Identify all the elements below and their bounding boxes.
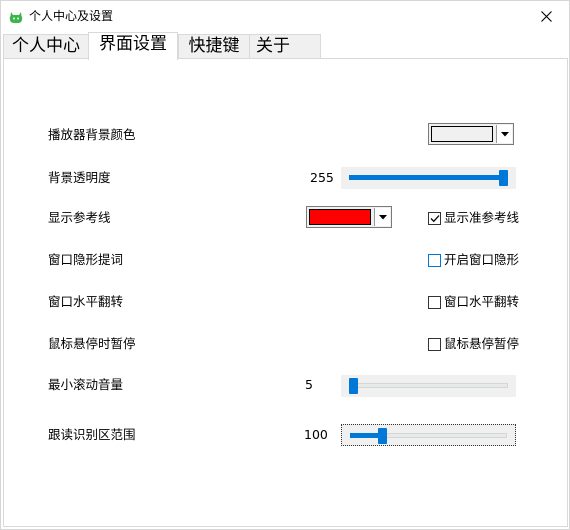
settings-window: 个人中心及设置 个人中心 界面设置 快捷键 关于 播放器背景颜色 背景透明度 2… [0,0,570,530]
dropdown-button[interactable] [374,208,390,226]
checkbox-box[interactable] [428,337,441,351]
slider-track [349,383,508,388]
checkbox-box[interactable] [428,295,441,309]
slider-fill [349,175,504,180]
settings-panel: 播放器背景颜色 背景透明度 255 显示参考线 显示准参考线 窗口隐形提词 开启… [3,59,568,527]
close-button[interactable] [523,1,569,31]
checkbox-label: 窗口水平翻转 [444,294,520,309]
ref-line-color-picker[interactable] [306,206,392,228]
slider-thumb[interactable] [378,428,388,444]
tab-shortcuts[interactable]: 快捷键 [178,34,250,59]
flip-label: 窗口水平翻转 [48,294,124,309]
checkmark-icon [430,214,439,222]
bg-color-swatch [431,126,493,142]
checkbox-box[interactable] [428,253,441,267]
tab-bar: 个人中心 界面设置 快捷键 关于 [3,32,568,60]
min-volume-label: 最小滚动音量 [48,377,124,392]
close-icon [540,10,552,22]
hide-tip-label: 窗口隐形提词 [48,252,124,267]
tab-about[interactable]: 关于 [249,34,321,59]
recognition-range-value: 100 [304,427,328,442]
recognition-range-slider[interactable] [341,424,516,446]
show-ref-line-checkbox[interactable]: 显示准参考线 [428,210,519,226]
chevron-down-icon [378,214,387,219]
app-logo-icon [9,9,23,24]
hover-pause-label: 鼠标悬停时暂停 [48,336,136,351]
hover-pause-checkbox[interactable]: 鼠标悬停暂停 [428,336,519,352]
checkbox-label: 开启窗口隐形 [444,252,520,267]
min-volume-value: 5 [305,377,313,392]
ref-line-label: 显示参考线 [48,210,111,225]
bg-color-picker[interactable] [428,123,514,145]
dropdown-button[interactable] [496,125,512,143]
title-bar: 个人中心及设置 [1,1,569,31]
flip-checkbox[interactable]: 窗口水平翻转 [428,294,519,310]
slider-thumb[interactable] [499,170,508,186]
bg-color-label: 播放器背景颜色 [48,127,136,142]
checkbox-label: 显示准参考线 [444,210,520,225]
opacity-slider[interactable] [341,167,516,189]
checkbox-box[interactable] [428,211,441,225]
opacity-value: 255 [310,170,334,185]
checkbox-label: 鼠标悬停暂停 [444,336,520,351]
ref-line-color-swatch [309,209,371,225]
enable-hide-checkbox[interactable]: 开启窗口隐形 [428,252,519,268]
window-title: 个人中心及设置 [29,9,114,23]
tab-profile[interactable]: 个人中心 [3,34,89,59]
min-volume-slider[interactable] [341,375,516,397]
recognition-range-label: 跟读识别区范围 [48,427,136,442]
slider-thumb[interactable] [349,378,358,394]
opacity-label: 背景透明度 [48,170,111,185]
chevron-down-icon [500,131,509,136]
tab-interface-settings[interactable]: 界面设置 [88,32,178,60]
